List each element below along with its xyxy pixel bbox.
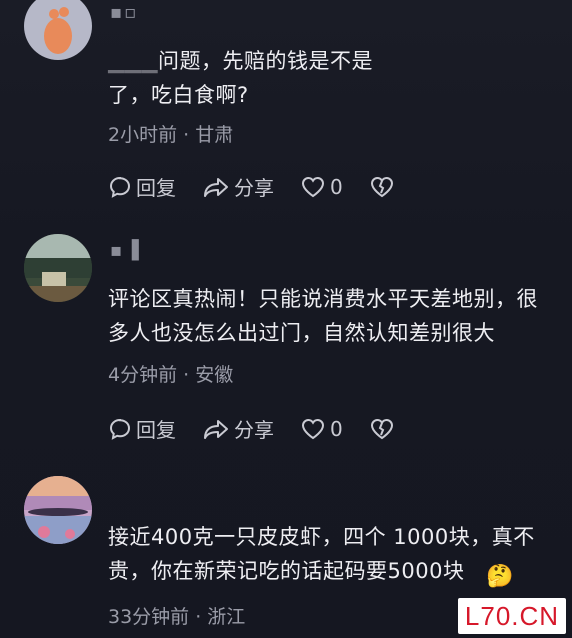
comment-actions: 回复 分享 0 — [108, 414, 421, 443]
avatar-image — [24, 234, 92, 302]
share-icon — [204, 177, 228, 197]
watermark: L70.CN — [458, 598, 566, 634]
comment-meta: 4分钟前 · 安徽 — [108, 364, 234, 386]
reply-icon — [109, 418, 131, 440]
reply-button[interactable]: 回复 — [108, 172, 176, 201]
like-button[interactable]: 0 — [300, 175, 343, 199]
like-count: 0 — [330, 416, 343, 441]
avatar-image — [24, 0, 92, 60]
reply-label: 回复 — [136, 176, 176, 200]
reply-icon — [109, 176, 131, 198]
comment-1: ▪▫ ▁▁▁问题，先赔的钱是不是 了，吃白食啊? 2小时前 · 甘肃 回复 分享… — [0, 0, 572, 220]
broken-heart-icon — [370, 418, 393, 439]
share-icon — [204, 419, 228, 439]
share-label: 分享 — [234, 176, 274, 200]
dislike-button[interactable] — [369, 417, 395, 441]
comment-actions: 回复 分享 0 — [108, 172, 421, 201]
broken-heart-icon — [370, 176, 393, 197]
comment-meta: 2小时前 · 甘肃 — [108, 124, 234, 146]
reply-button[interactable]: 回复 — [108, 414, 176, 443]
username[interactable]: ▪ ▌ — [110, 240, 148, 261]
avatar-image — [24, 476, 92, 544]
comment-meta: 33分钟前 · 浙江 — [108, 606, 246, 628]
share-button[interactable]: 分享 — [202, 172, 274, 201]
share-button[interactable]: 分享 — [202, 414, 274, 443]
dislike-button[interactable] — [369, 175, 395, 199]
avatar[interactable] — [24, 0, 92, 60]
like-button[interactable]: 0 — [300, 417, 343, 441]
comment-text: 评论区真热闹！只能说消费水平天差地别，很多人也没怎么出过门，自然认知差别很大 — [108, 287, 538, 345]
reply-label: 回复 — [136, 418, 176, 442]
share-label: 分享 — [234, 418, 274, 442]
emoji-icon: 🤔 — [486, 564, 514, 589]
like-count: 0 — [330, 174, 343, 199]
avatar[interactable] — [24, 476, 92, 544]
avatar[interactable] — [24, 234, 92, 302]
heart-icon — [301, 176, 325, 197]
comment-text: ▁▁▁问题，先赔的钱是不是 了，吃白食啊? — [108, 49, 373, 107]
heart-icon — [301, 418, 325, 439]
username[interactable]: ▪▫ — [110, 2, 138, 23]
comment-2: ▪ ▌ 评论区真热闹！只能说消费水平天差地别，很多人也没怎么出过门，自然认知差别… — [0, 230, 572, 460]
